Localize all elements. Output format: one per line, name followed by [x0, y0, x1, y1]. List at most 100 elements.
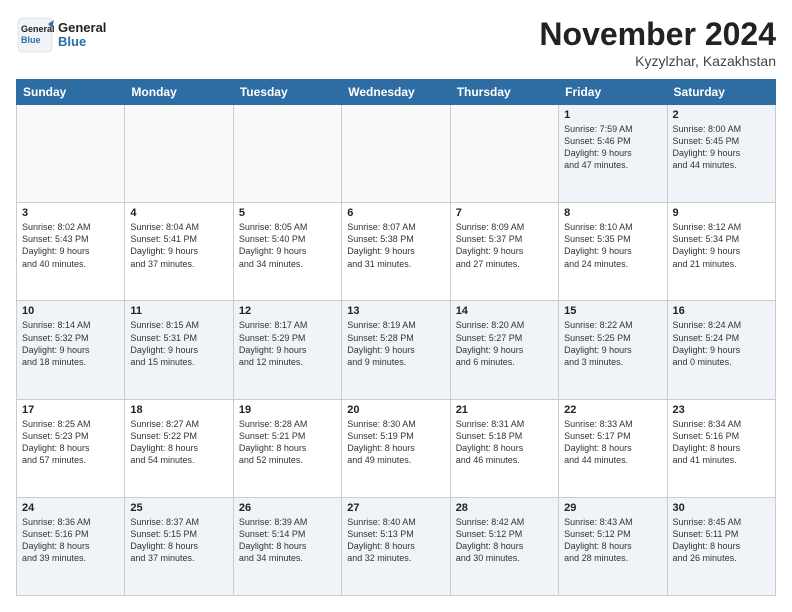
day-number: 5 — [239, 207, 336, 219]
calendar-cell: 24Sunrise: 8:36 AM Sunset: 5:16 PM Dayli… — [17, 497, 125, 595]
day-info: Sunrise: 8:02 AM Sunset: 5:43 PM Dayligh… — [22, 221, 119, 270]
calendar-cell: 18 Sunrise: 8:27 AM Sunset: 5:22 PM Dayli… — [125, 399, 233, 497]
svg-text:Blue: Blue — [21, 35, 41, 45]
month-title: November 2024 — [539, 16, 776, 53]
day-number: 27 — [347, 502, 444, 514]
calendar-cell — [342, 105, 450, 203]
day-number: 25 — [130, 502, 227, 514]
calendar-cell: 14 Sunrise: 8:20 AM Sunset: 5:27 PM Dayli… — [450, 301, 558, 399]
header: General Blue General Blue November 2024 … — [16, 16, 776, 69]
calendar-cell: 1 Sunrise: 7:59 AM Sunset: 5:46 PM Daylig… — [559, 105, 667, 203]
calendar-cell: 28Sunrise: 8:42 AM Sunset: 5:12 PM Dayli… — [450, 497, 558, 595]
day-info: Sunrise: 8:09 AM Sunset: 5:37 PM Dayligh… — [456, 221, 553, 270]
day-number: 19 — [239, 404, 336, 416]
calendar-cell: 13Sunrise: 8:19 AM Sunset: 5:28 PM Dayli… — [342, 301, 450, 399]
day-info: Sunrise: 8:04 AM Sunset: 5:41 PM Dayligh… — [130, 221, 227, 270]
day-info: Sunrise: 7:59 AM Sunset: 5:46 PM Dayligh… — [564, 123, 661, 172]
calendar-cell: 20 Sunrise: 8:30 AM Sunset: 5:19 PM Dayli… — [342, 399, 450, 497]
day-number: 21 — [456, 404, 553, 416]
day-info: Sunrise: 8:22 AM Sunset: 5:25 PM Dayligh… — [564, 319, 661, 368]
calendar-cell: 22 Sunrise: 8:33 AM Sunset: 5:17 PM Dayli… — [559, 399, 667, 497]
calendar-cell — [125, 105, 233, 203]
day-number: 23 — [673, 404, 770, 416]
calendar-cell — [17, 105, 125, 203]
day-number: 6 — [347, 207, 444, 219]
day-info: Sunrise: 8:40 AM Sunset: 5:13 PM Dayligh… — [347, 516, 444, 565]
logo-blue: Blue — [58, 35, 106, 49]
calendar-cell: 8 Sunrise: 8:10 AM Sunset: 5:35 PM Daylig… — [559, 203, 667, 301]
calendar-cell: 16 Sunrise: 8:24 AM Sunset: 5:24 PM Dayli… — [667, 301, 775, 399]
logo: General Blue General Blue — [16, 16, 106, 54]
calendar-cell: 25 Sunrise: 8:37 AM Sunset: 5:15 PM Dayli… — [125, 497, 233, 595]
day-info: Sunrise: 8:14 AM Sunset: 5:32 PM Dayligh… — [22, 319, 119, 368]
day-info: Sunrise: 8:05 AM Sunset: 5:40 PM Dayligh… — [239, 221, 336, 270]
day-number: 14 — [456, 305, 553, 317]
day-info: Sunrise: 8:28 AM Sunset: 5:21 PM Dayligh… — [239, 418, 336, 467]
day-number: 20 — [347, 404, 444, 416]
day-number: 10 — [22, 305, 119, 317]
day-info: Sunrise: 8:10 AM Sunset: 5:35 PM Dayligh… — [564, 221, 661, 270]
col-wednesday: Wednesday — [342, 80, 450, 105]
location: Kyzylzhar, Kazakhstan — [539, 53, 776, 69]
calendar-cell: 19 Sunrise: 8:28 AM Sunset: 5:21 PM Dayli… — [233, 399, 341, 497]
calendar-week-0: 1 Sunrise: 7:59 AM Sunset: 5:46 PM Daylig… — [17, 105, 776, 203]
day-info: Sunrise: 8:20 AM Sunset: 5:27 PM Dayligh… — [456, 319, 553, 368]
day-number: 17 — [22, 404, 119, 416]
day-info: Sunrise: 8:45 AM Sunset: 5:11 PM Dayligh… — [673, 516, 770, 565]
day-info: Sunrise: 8:42 AM Sunset: 5:12 PM Dayligh… — [456, 516, 553, 565]
calendar-cell: 6 Sunrise: 8:07 AM Sunset: 5:38 PM Daylig… — [342, 203, 450, 301]
day-number: 29 — [564, 502, 661, 514]
calendar-cell: 10 Sunrise: 8:14 AM Sunset: 5:32 PM Dayli… — [17, 301, 125, 399]
header-row: Sunday Monday Tuesday Wednesday Thursday… — [17, 80, 776, 105]
day-number: 15 — [564, 305, 661, 317]
day-number: 22 — [564, 404, 661, 416]
calendar-week-2: 10 Sunrise: 8:14 AM Sunset: 5:32 PM Dayli… — [17, 301, 776, 399]
col-monday: Monday — [125, 80, 233, 105]
day-info: Sunrise: 8:33 AM Sunset: 5:17 PM Dayligh… — [564, 418, 661, 467]
day-number: 18 — [130, 404, 227, 416]
generalblue-logo-icon: General Blue — [16, 16, 54, 54]
title-block: November 2024 Kyzylzhar, Kazakhstan — [539, 16, 776, 69]
day-number: 3 — [22, 207, 119, 219]
day-number: 16 — [673, 305, 770, 317]
day-info: Sunrise: 8:07 AM Sunset: 5:38 PM Dayligh… — [347, 221, 444, 270]
calendar-cell: 4 Sunrise: 8:04 AM Sunset: 5:41 PM Daylig… — [125, 203, 233, 301]
day-info: Sunrise: 8:17 AM Sunset: 5:29 PM Dayligh… — [239, 319, 336, 368]
day-number: 9 — [673, 207, 770, 219]
day-info: Sunrise: 8:43 AM Sunset: 5:12 PM Dayligh… — [564, 516, 661, 565]
logo-general: General — [58, 21, 106, 35]
calendar-cell: 12Sunrise: 8:17 AM Sunset: 5:29 PM Dayli… — [233, 301, 341, 399]
col-saturday: Saturday — [667, 80, 775, 105]
day-info: Sunrise: 8:25 AM Sunset: 5:23 PM Dayligh… — [22, 418, 119, 467]
calendar-cell: 9 Sunrise: 8:12 AM Sunset: 5:34 PM Daylig… — [667, 203, 775, 301]
logo-text: General Blue — [58, 21, 106, 50]
calendar-cell: 2Sunrise: 8:00 AM Sunset: 5:45 PM Daylig… — [667, 105, 775, 203]
day-info: Sunrise: 8:37 AM Sunset: 5:15 PM Dayligh… — [130, 516, 227, 565]
svg-text:General: General — [21, 24, 54, 34]
calendar-body: 1 Sunrise: 7:59 AM Sunset: 5:46 PM Daylig… — [17, 105, 776, 596]
col-tuesday: Tuesday — [233, 80, 341, 105]
day-number: 13 — [347, 305, 444, 317]
day-info: Sunrise: 8:30 AM Sunset: 5:19 PM Dayligh… — [347, 418, 444, 467]
day-number: 1 — [564, 109, 661, 121]
calendar-cell: 27 Sunrise: 8:40 AM Sunset: 5:13 PM Dayli… — [342, 497, 450, 595]
day-info: Sunrise: 8:27 AM Sunset: 5:22 PM Dayligh… — [130, 418, 227, 467]
day-info: Sunrise: 8:31 AM Sunset: 5:18 PM Dayligh… — [456, 418, 553, 467]
calendar-week-1: 3 Sunrise: 8:02 AM Sunset: 5:43 PM Daylig… — [17, 203, 776, 301]
calendar-week-4: 24Sunrise: 8:36 AM Sunset: 5:16 PM Dayli… — [17, 497, 776, 595]
day-number: 30 — [673, 502, 770, 514]
col-friday: Friday — [559, 80, 667, 105]
calendar-cell: 15 Sunrise: 8:22 AM Sunset: 5:25 PM Dayli… — [559, 301, 667, 399]
day-info: Sunrise: 8:12 AM Sunset: 5:34 PM Dayligh… — [673, 221, 770, 270]
day-number: 4 — [130, 207, 227, 219]
day-number: 7 — [456, 207, 553, 219]
day-info: Sunrise: 8:00 AM Sunset: 5:45 PM Dayligh… — [673, 123, 770, 172]
day-number: 26 — [239, 502, 336, 514]
calendar-week-3: 17 Sunrise: 8:25 AM Sunset: 5:23 PM Dayli… — [17, 399, 776, 497]
day-info: Sunrise: 8:24 AM Sunset: 5:24 PM Dayligh… — [673, 319, 770, 368]
calendar-cell: 30 Sunrise: 8:45 AM Sunset: 5:11 PM Dayli… — [667, 497, 775, 595]
calendar-cell: 7 Sunrise: 8:09 AM Sunset: 5:37 PM Daylig… — [450, 203, 558, 301]
day-number: 8 — [564, 207, 661, 219]
day-info: Sunrise: 8:36 AM Sunset: 5:16 PM Dayligh… — [22, 516, 119, 565]
calendar-cell — [450, 105, 558, 203]
